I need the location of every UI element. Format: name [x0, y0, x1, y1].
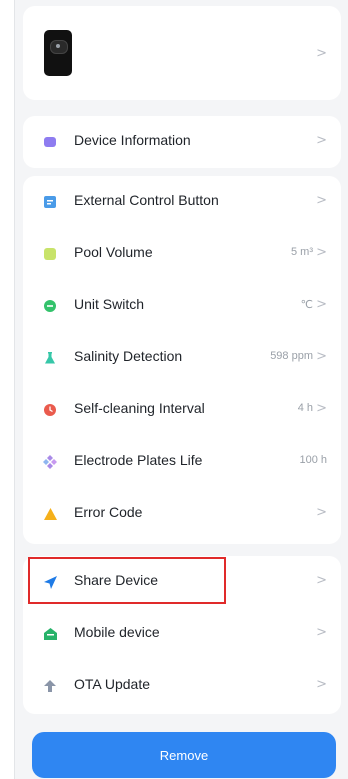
highlight-box [28, 557, 226, 604]
self-cleaning-interval-item[interactable]: Self-cleaning Interval 4 h > [23, 384, 341, 436]
info-icon [43, 135, 57, 149]
device-information-card: Device Information > [23, 116, 341, 168]
item-label: Pool Volume [74, 244, 153, 260]
item-value: ℃ [300, 299, 313, 311]
ota-update-item[interactable]: OTA Update > [23, 660, 341, 712]
external-control-button-item[interactable]: External Control Button > [23, 176, 341, 228]
item-label: Device Information [74, 132, 191, 148]
item-label: Error Code [74, 504, 143, 520]
flask-icon [43, 351, 57, 365]
device-card[interactable]: > [23, 6, 341, 100]
clock-icon [43, 403, 57, 417]
unit-icon [43, 299, 57, 313]
item-value: 5 m³ [291, 246, 313, 258]
electrode-plates-life-item[interactable]: Electrode Plates Life 100 h [23, 436, 341, 488]
chevron-right-icon: > [316, 677, 327, 692]
chevron-right-icon: > [316, 401, 327, 416]
plates-icon [43, 455, 57, 469]
warning-icon [43, 507, 57, 521]
settings-card: External Control Button > Pool Volume 5 … [23, 176, 341, 544]
item-value: 4 h [297, 402, 313, 414]
device-thumbnail [44, 30, 72, 76]
item-label: Unit Switch [74, 296, 145, 312]
chevron-right-icon: > [316, 193, 327, 208]
mobile-icon [43, 627, 57, 641]
chevron-right-icon: > [316, 245, 327, 260]
volume-icon [43, 247, 57, 261]
chevron-right-icon: > [316, 625, 327, 640]
pool-volume-item[interactable]: Pool Volume 5 m³ > [23, 228, 341, 280]
item-label: Self-cleaning Interval [74, 400, 205, 416]
device-information-item[interactable]: Device Information > [23, 116, 341, 168]
item-label: OTA Update [74, 676, 151, 692]
item-label: Mobile device [74, 624, 160, 640]
item-value: 598 ppm [270, 350, 313, 362]
unit-switch-item[interactable]: Unit Switch ℃ > [23, 280, 341, 332]
update-icon [43, 679, 57, 693]
salinity-detection-item[interactable]: Salinity Detection 598 ppm > [23, 332, 341, 384]
chevron-right-icon: > [316, 349, 327, 364]
item-label: Salinity Detection [74, 348, 183, 364]
remove-button[interactable]: Remove [32, 732, 336, 778]
chevron-right-icon: > [316, 133, 327, 148]
chevron-right-icon: > [316, 297, 327, 312]
mobile-device-item[interactable]: Mobile device > [23, 608, 341, 660]
chevron-right-icon: > [316, 46, 327, 61]
chevron-right-icon: > [316, 573, 327, 588]
item-label: External Control Button [74, 192, 219, 208]
error-code-item[interactable]: Error Code > [23, 488, 341, 540]
left-edge-panel [0, 0, 15, 779]
control-icon [43, 195, 57, 209]
chevron-right-icon: > [316, 505, 327, 520]
item-label: Electrode Plates Life [74, 452, 203, 468]
item-value: 100 h [299, 454, 327, 466]
